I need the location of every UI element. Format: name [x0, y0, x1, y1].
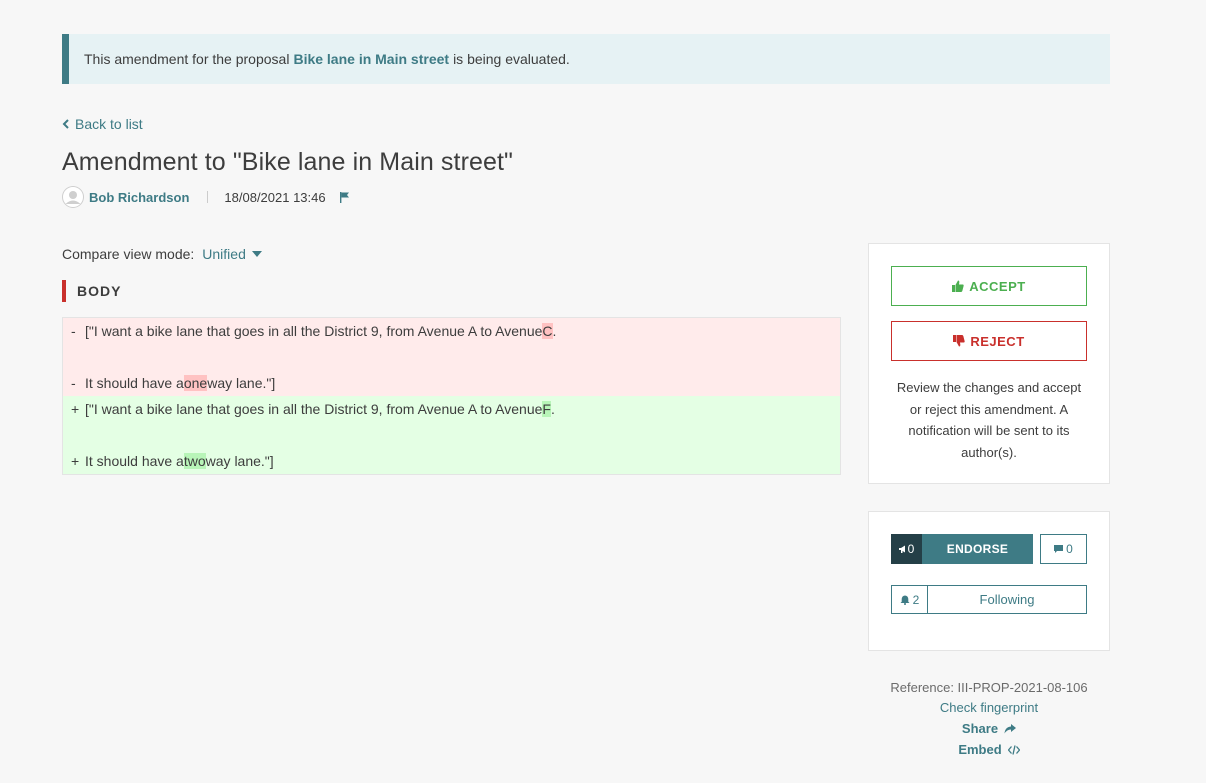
author-link[interactable]: Bob Richardson	[89, 190, 189, 205]
caret-down-icon	[251, 251, 262, 257]
diff-change: F	[542, 401, 551, 417]
amendment-meta: Bob Richardson 18/08/2021 13:46	[62, 185, 350, 209]
back-to-list-link[interactable]: Back to list	[62, 116, 143, 132]
bell-icon	[900, 595, 910, 605]
review-help-text: Review the changes and accept or reject …	[896, 380, 1082, 460]
diff-sign: +	[71, 401, 80, 417]
callout-prefix: This amendment for the proposal	[84, 51, 290, 67]
code-icon	[1007, 744, 1020, 755]
compare-mode-select[interactable]: Unified	[202, 246, 262, 262]
back-label: Back to list	[75, 116, 143, 132]
follow-group: 2 Following	[891, 585, 1087, 614]
diff-change: two	[183, 453, 206, 469]
diff-view: - ["I want a bike lane that goes in all …	[62, 317, 841, 475]
diff-text: way lane."]	[207, 375, 276, 391]
compare-label: Compare view mode:	[62, 246, 195, 262]
diff-line-blank	[63, 422, 840, 448]
diff-sign: +	[71, 453, 80, 469]
thumbs-up-icon	[952, 280, 964, 292]
proposal-link[interactable]: Bike lane in Main street	[293, 51, 449, 67]
diff-text: way lane."]	[205, 453, 274, 469]
amendment-actions-card: ACCEPT REJECT Review the changes and acc…	[868, 243, 1110, 484]
followers-count: 2	[912, 592, 920, 607]
diff-line-blank	[63, 344, 840, 370]
comments-count: 0	[1066, 542, 1073, 556]
share-link[interactable]: Share	[868, 718, 1110, 739]
endorse-count: 0	[907, 542, 915, 556]
share-label: Share	[961, 721, 999, 736]
diff-line-removed: - It should have a one way lane."]	[63, 370, 840, 396]
diff-line-added: + ["I want a bike lane that goes in all …	[63, 396, 840, 422]
diff-change: C	[542, 323, 553, 339]
endorse-group: 0 ENDORSE	[891, 534, 1033, 564]
flag-icon[interactable]	[339, 191, 350, 203]
diff-text: .	[550, 401, 555, 417]
diff-sign: -	[71, 375, 76, 391]
embed-label: Embed	[958, 742, 1002, 757]
share-icon	[1004, 723, 1017, 733]
accept-button[interactable]: ACCEPT	[891, 266, 1087, 306]
diff-change: one	[183, 375, 208, 391]
meta-divider	[207, 191, 209, 203]
thumbs-down-icon	[953, 335, 966, 347]
megaphone-icon	[898, 545, 905, 553]
check-fingerprint-link[interactable]: Check fingerprint	[868, 698, 1110, 718]
comment-icon	[1054, 545, 1064, 553]
comments-button[interactable]: 0	[1040, 534, 1087, 564]
added-block: + ["I want a bike lane that goes in all …	[63, 396, 840, 474]
diff-text: ["I want a bike lane that goes in all th…	[85, 323, 543, 339]
embed-link[interactable]: Embed	[868, 739, 1110, 760]
social-actions-card: 0 ENDORSE 0 2 Following	[868, 511, 1110, 651]
endorse-button[interactable]: ENDORSE	[922, 534, 1033, 564]
removed-block: - ["I want a bike lane that goes in all …	[63, 318, 840, 396]
diff-line-added: + It should have a two way lane."]	[63, 448, 840, 474]
reference-text: Reference: III-PROP-2021-08-106	[890, 680, 1088, 695]
user-avatar-icon	[62, 186, 84, 208]
page-title: Amendment to "Bike lane in Main street"	[62, 148, 514, 176]
reject-button[interactable]: REJECT	[891, 321, 1087, 361]
compare-mode-value: Unified	[202, 246, 246, 262]
diff-line-removed: - ["I want a bike lane that goes in all …	[63, 318, 840, 344]
endorse-count-badge: 0	[891, 534, 922, 564]
chevron-left-icon	[62, 119, 69, 129]
diff-text: It should have a	[85, 375, 184, 391]
diff-text: It should have a	[85, 453, 184, 469]
followers-count-badge: 2	[892, 586, 928, 613]
diff-text: ["I want a bike lane that goes in all th…	[85, 401, 543, 417]
publish-date: 18/08/2021 13:46	[224, 189, 326, 205]
proposal-footer: Reference: III-PROP-2021-08-106 Check fi…	[868, 678, 1110, 760]
reject-label: REJECT	[970, 333, 1025, 349]
following-button[interactable]: Following	[928, 586, 1086, 613]
callout-suffix: is being evaluated.	[453, 51, 570, 67]
section-title: BODY	[62, 280, 121, 302]
avatar[interactable]	[62, 186, 84, 208]
compare-view-mode: Compare view mode: Unified	[62, 246, 262, 262]
evaluation-callout: This amendment for the proposal Bike lan…	[62, 34, 1110, 84]
diff-sign: -	[71, 323, 76, 339]
diff-text: .	[552, 323, 557, 339]
accept-label: ACCEPT	[969, 278, 1026, 294]
